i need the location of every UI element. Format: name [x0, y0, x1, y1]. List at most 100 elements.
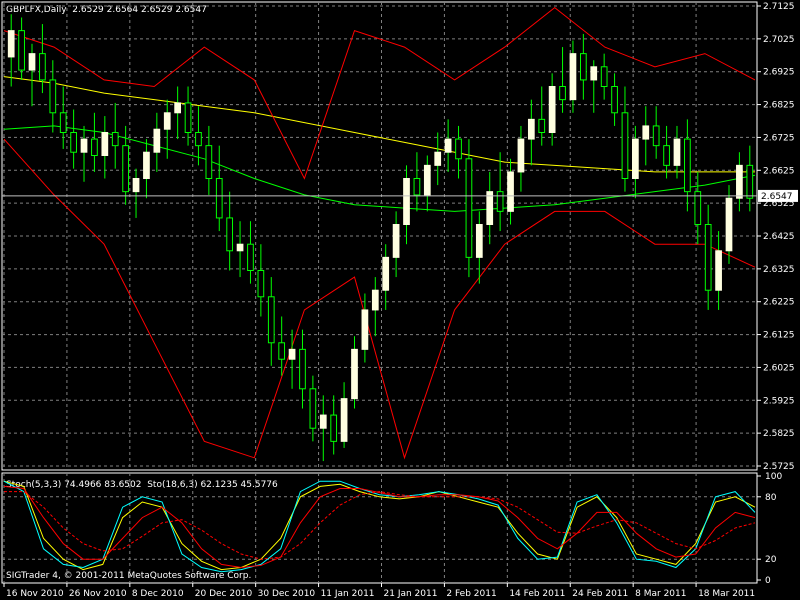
candle-body [91, 138, 98, 156]
stochastic-y-tick-label: 20 [765, 555, 777, 565]
x-tick-label: 14 Feb 2011 [509, 589, 565, 599]
candle-body [579, 53, 587, 81]
candle-body [403, 178, 410, 225]
candle-body [236, 243, 244, 252]
candle-body [257, 270, 265, 298]
candle-body [215, 178, 223, 219]
price-chart[interactable]: 16 Nov 2010 26 Nov 2010 8 Dec 2010 20 Dec 2… [0, 0, 800, 600]
candle-body [195, 132, 202, 147]
y-tick-label: 2.6225 [763, 298, 795, 308]
price-panel-frame [1, 1, 758, 471]
candle-body [247, 243, 254, 271]
y-tick-label: 2.6925 [763, 68, 795, 78]
candle-body [371, 289, 379, 311]
x-tick-label: 21 Jan 2011 [384, 589, 438, 599]
candle-body [704, 224, 712, 291]
candle-body [278, 342, 286, 360]
indicator-band-upper [3, 6, 756, 180]
indicator-band-lower [3, 138, 756, 460]
candle-body [569, 53, 577, 101]
y-tick-label: 2.6025 [763, 363, 795, 373]
candle-body [517, 138, 525, 173]
y-tick-label: 2.6825 [763, 101, 795, 111]
candle-body [184, 102, 192, 134]
candle-body [694, 191, 702, 225]
candle-body [621, 112, 629, 179]
candle-body [340, 398, 348, 442]
y-tick-label: 2.6425 [763, 232, 795, 242]
candle-body [392, 224, 400, 258]
y-tick-label: 2.6725 [763, 133, 795, 143]
candle-body [465, 158, 473, 258]
candle-body [70, 132, 77, 153]
x-tick-label: 11 Jan 2011 [321, 589, 375, 599]
candle-body [49, 79, 57, 114]
candle-body [122, 145, 129, 193]
x-tick-label: 8 Mar 2011 [635, 589, 686, 599]
candle-body [725, 197, 733, 252]
candle-body [746, 164, 754, 199]
stochastic-line [3, 480, 756, 573]
candle-body [663, 145, 670, 166]
candle-body [538, 118, 546, 133]
candle-body [496, 191, 504, 212]
candle-body [611, 86, 618, 114]
candle-body [455, 138, 462, 160]
y-tick-label: 2.6325 [763, 265, 795, 275]
candle-body [299, 348, 306, 390]
candle-body [153, 128, 161, 153]
candle-body [715, 250, 722, 291]
y-tick-label: 2.5725 [763, 462, 795, 472]
stochastic-y-tick-label: 80 [765, 493, 777, 503]
candle-body [80, 138, 88, 153]
candle-body [111, 132, 119, 147]
x-tick-label: 20 Dec 2010 [195, 589, 253, 599]
candle-body [319, 414, 327, 429]
candle-body [18, 30, 25, 71]
candle-body [101, 132, 109, 156]
candle-body [673, 138, 681, 166]
candle-body [507, 171, 514, 212]
candle-body [444, 138, 452, 153]
stochastic-panel-frame [1, 472, 758, 584]
candle-body [527, 118, 535, 140]
candle-body [7, 30, 15, 58]
candle-body [59, 112, 67, 133]
candle-body [309, 388, 317, 429]
candle-body [143, 151, 150, 179]
candle-body [288, 348, 296, 360]
indicator-moving-average-slow [3, 76, 755, 173]
stochastic-line [4, 491, 756, 560]
candle-body [632, 138, 639, 179]
candle-body [548, 86, 556, 133]
y-tick-label: 2.7025 [763, 35, 795, 45]
candle-body [652, 125, 660, 147]
candle-body [132, 178, 140, 193]
candle-body [330, 414, 338, 442]
candle-body [361, 309, 369, 350]
candle-body [382, 256, 390, 291]
x-tick-label: 16 Nov 2010 [6, 589, 64, 599]
candle-body [590, 66, 598, 81]
candle-body [267, 296, 275, 344]
candle-body [486, 191, 494, 225]
x-tick-label: 2 Feb 2011 [446, 589, 496, 599]
candle-body [39, 53, 46, 81]
candle-body [205, 145, 213, 179]
y-tick-label: 2.7125 [763, 2, 795, 12]
candle-body [475, 224, 483, 258]
candle-body [642, 125, 650, 140]
x-tick-label: 24 Feb 2011 [572, 589, 628, 599]
candle-body [351, 348, 358, 400]
current-price-label: 2.6547 [761, 192, 793, 202]
candle-body [434, 151, 442, 166]
candle-body [736, 164, 743, 199]
candle-body [163, 112, 171, 130]
y-tick-label: 2.5825 [763, 429, 795, 439]
candle-body [413, 178, 421, 196]
stochastic-y-tick-label: 100 [765, 472, 782, 482]
y-tick-label: 2.6625 [763, 166, 795, 176]
candle-body [684, 138, 691, 193]
x-tick-label: 26 Nov 2010 [69, 589, 127, 599]
candle-body [174, 102, 182, 114]
